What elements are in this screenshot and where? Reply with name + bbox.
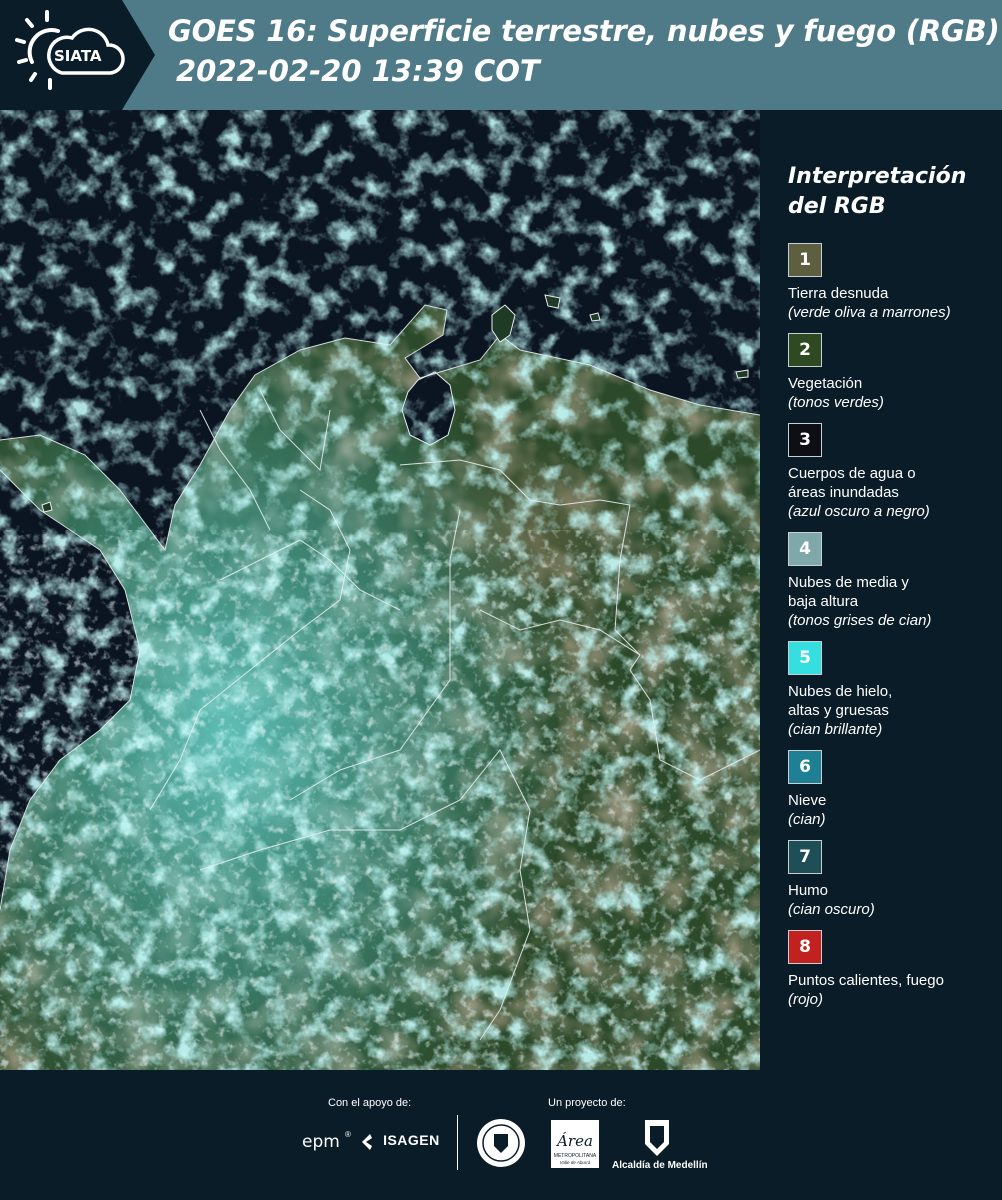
legend-item-water: 3 Cuerpos de agua o áreas inundadas (azu… (788, 423, 998, 521)
legend-item-fire: 8 Puntos calientes, fuego (rojo) (788, 930, 998, 1009)
legend-sublabel: (cian) (788, 811, 826, 828)
legend-label: Tierra desnuda (788, 285, 889, 302)
legend-item-ice-clouds: 5 Nubes de hielo, altas y gruesas (cian … (788, 641, 998, 739)
medellin-seal-icon (477, 1119, 525, 1167)
svg-text:Área: Área (555, 1132, 593, 1150)
satellite-rgb-image (0, 110, 760, 1070)
isagen-logo: ISAGEN (360, 1132, 440, 1152)
legend-swatch: 5 (788, 641, 822, 675)
legend-sublabel: (cian oscuro) (788, 901, 875, 918)
siata-brand-text: SIATA (54, 47, 102, 65)
legend-swatch: 6 (788, 750, 822, 784)
epm-logo: epm (302, 1132, 340, 1152)
footer: Con el apoyo de: Un proyecto de: epm ® I… (0, 1070, 1002, 1200)
legend-sublabel: (tonos grises de cian) (788, 612, 932, 629)
project-label: Un proyecto de: (548, 1097, 626, 1109)
legend-sublabel: (tonos verdes) (788, 394, 884, 411)
isagen-text: ISAGEN (383, 1132, 440, 1148)
legend-title-line2: del RGB (788, 194, 886, 219)
area-metropolitana-logo: Área METROPOLITANA Valle de Aburrá (551, 1120, 599, 1168)
legend-label: Nubes de hielo, altas y gruesas (788, 683, 893, 719)
legend-label: Nieve (788, 792, 827, 809)
legend-swatch: 3 (788, 423, 822, 457)
siata-logo-tab: SIATA (0, 0, 155, 110)
legend-item-vegetation: 2 Vegetación (tonos verdes) (788, 333, 998, 412)
isagen-icon (362, 1134, 372, 1151)
satellite-map (0, 110, 760, 1070)
legend-sublabel: (verde oliva a marrones) (788, 304, 951, 321)
legend-item-smoke: 7 Humo (cian oscuro) (788, 840, 998, 919)
legend-label: Cuerpos de agua o áreas inundadas (788, 465, 916, 501)
registered-icon: ® (345, 1130, 351, 1139)
legend-sublabel: (azul oscuro a negro) (788, 503, 930, 520)
legend-item-bare-soil: 1 Tierra desnuda (verde oliva a marrones… (788, 243, 998, 322)
legend-swatch: 4 (788, 532, 822, 566)
legend-swatch: 1 (788, 243, 822, 277)
image-timestamp: 2022-02-20 13:39 COT (176, 54, 540, 88)
legend-label: Puntos calientes, fuego (788, 972, 944, 989)
legend-sublabel: (rojo) (788, 991, 824, 1008)
svg-text:Valle de Aburrá: Valle de Aburrá (560, 1160, 591, 1165)
alcaldia-shield-icon (645, 1120, 669, 1156)
legend-item-snow: 6 Nieve (cian) (788, 750, 998, 829)
footer-divider (457, 1115, 458, 1170)
svg-text:METROPOLITANA: METROPOLITANA (554, 1153, 597, 1159)
legend-label: Nubes de media y baja altura (788, 574, 909, 610)
legend-label: Vegetación (788, 375, 863, 392)
legend-swatch: 7 (788, 840, 822, 874)
legend-title-line1: Interpretación (788, 164, 967, 189)
legend-swatch: 8 (788, 930, 822, 964)
legend-label: Humo (788, 882, 829, 899)
legend-item-low-clouds: 4 Nubes de media y baja altura (tonos gr… (788, 532, 998, 630)
header-bar: SIATA GOES 16: Superficie terrestre, nub… (0, 0, 1002, 110)
legend-sublabel: (cian brillante) (788, 721, 883, 738)
legend-title: Interpretación del RGB (788, 162, 988, 222)
legend-swatch: 2 (788, 333, 822, 367)
legend-panel: Interpretación del RGB 1 Tierra desnuda … (760, 110, 1002, 1070)
page-title: GOES 16: Superficie terrestre, nubes y f… (168, 14, 1000, 48)
alcaldia-text: Alcaldía de Medellín (612, 1160, 708, 1171)
support-label: Con el apoyo de: (328, 1097, 412, 1109)
